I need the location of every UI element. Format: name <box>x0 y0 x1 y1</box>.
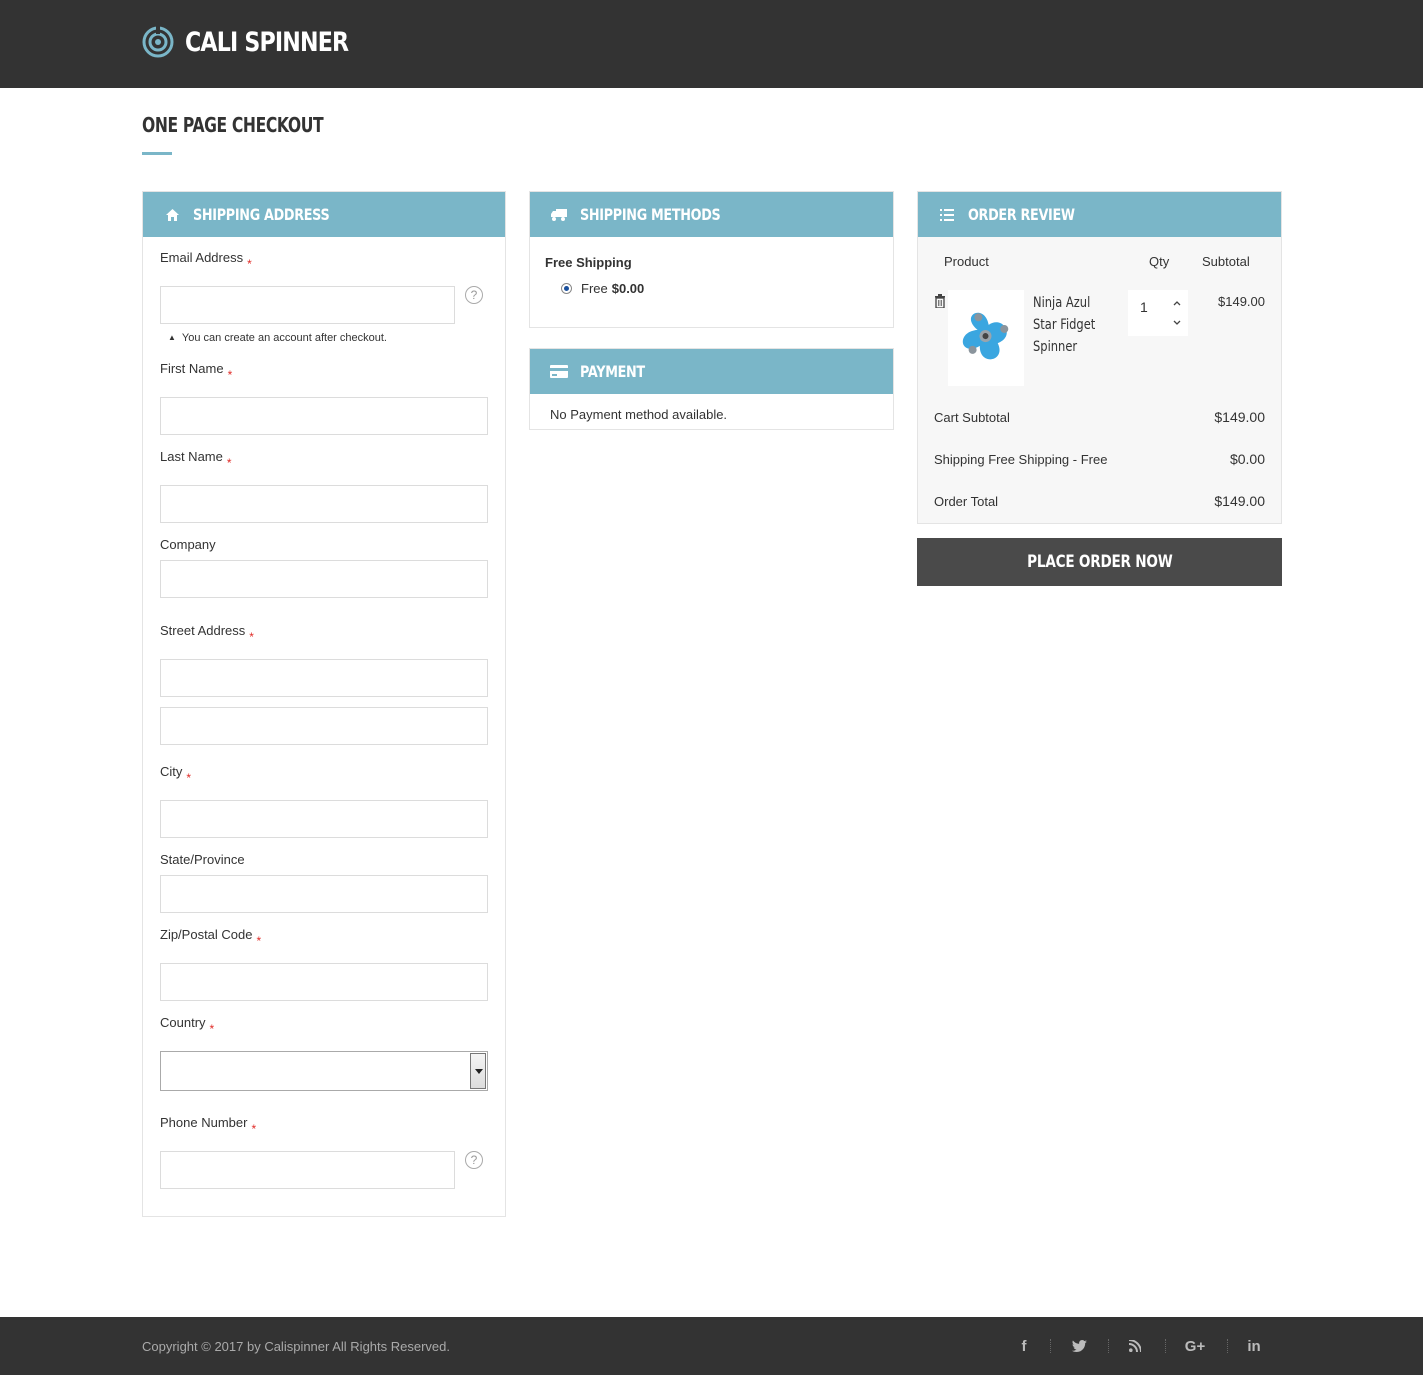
payment-title: PAYMENT <box>580 362 645 381</box>
company-label: Company <box>160 537 216 552</box>
order-review-title: ORDER REVIEW <box>968 205 1075 224</box>
page-title: ONE PAGE CHECKOUT <box>142 113 324 137</box>
email-help-icon[interactable]: ? <box>465 286 483 304</box>
state-label: State/Province <box>160 852 245 867</box>
order-total-value: $149.00 <box>1214 493 1265 509</box>
required-mark: * <box>186 771 192 785</box>
street-address-line2-field[interactable] <box>160 707 488 745</box>
email-field[interactable] <box>160 286 455 324</box>
required-mark: * <box>247 257 252 271</box>
shipping-carrier-title: Free Shipping <box>545 255 632 270</box>
col-subtotal: Subtotal <box>1202 254 1250 269</box>
list-icon <box>938 208 956 221</box>
first-name-field[interactable] <box>160 397 488 435</box>
order-review-header: ORDER REVIEW <box>918 192 1281 237</box>
payment-panel: PAYMENT No Payment method available. <box>529 348 894 430</box>
fidget-spinner-image <box>962 312 1009 360</box>
dropdown-arrow-icon[interactable] <box>470 1053 486 1089</box>
payment-header: PAYMENT <box>530 349 893 394</box>
country-select[interactable] <box>160 1051 488 1091</box>
chevron-down-icon[interactable] <box>1172 318 1182 328</box>
payment-message: No Payment method available. <box>550 407 728 422</box>
divider <box>1108 1339 1109 1353</box>
col-product: Product <box>944 254 989 269</box>
shipping-address-title: SHIPPING ADDRESS <box>193 205 330 224</box>
street-address-line1-field[interactable] <box>160 659 488 697</box>
title-underline <box>142 152 172 155</box>
caret-up-icon: ▲ <box>168 333 176 342</box>
required-mark: * <box>209 1022 215 1036</box>
account-note: ▲ You can create an account after checkou… <box>168 332 387 344</box>
order-total-label: Order Total <box>934 494 999 509</box>
facebook-icon[interactable]: f <box>1013 1337 1035 1355</box>
first-name-label: First Name * <box>160 361 233 382</box>
company-field[interactable] <box>160 560 488 598</box>
phone-field[interactable] <box>160 1151 455 1189</box>
credit-card-icon <box>550 365 568 378</box>
col-qty: Qty <box>1149 254 1170 269</box>
required-mark: * <box>226 456 232 470</box>
shipping-methods-header: SHIPPING METHODS <box>530 192 893 237</box>
shipping-option-label: Free <box>581 281 608 296</box>
zip-label: Zip/Postal Code * <box>160 927 262 948</box>
shipping-total-value: $0.00 <box>1229 451 1265 467</box>
divider <box>1227 1339 1228 1353</box>
shipping-address-panel: SHIPPING ADDRESS Email Address * ? ▲ You c… <box>142 191 506 1217</box>
shipping-radio[interactable] <box>561 283 572 294</box>
required-mark: * <box>227 368 233 382</box>
shipping-option-free[interactable]: Free $0.00 <box>561 281 644 296</box>
phone-help-icon[interactable]: ? <box>465 1151 483 1169</box>
site-header: CALI SPINNER <box>0 0 1423 88</box>
truck-icon <box>550 208 568 221</box>
divider <box>1050 1339 1051 1353</box>
chevron-up-icon[interactable] <box>1172 298 1182 308</box>
required-mark: * <box>251 1122 257 1136</box>
city-field[interactable] <box>160 800 488 838</box>
trash-icon[interactable] <box>934 294 946 308</box>
country-label: Country * <box>160 1015 215 1036</box>
shipping-address-header: SHIPPING ADDRESS <box>143 192 505 237</box>
phone-label: Phone Number * <box>160 1115 257 1136</box>
twitter-icon[interactable] <box>1068 1337 1090 1355</box>
brand-name: CALI SPINNER <box>185 26 349 58</box>
site-footer: Copyright © 2017 by Calispinner All Righ… <box>0 1317 1423 1375</box>
shipping-option-price: $0.00 <box>611 281 645 296</box>
place-order-label: PLACE ORDER NOW <box>1026 552 1173 572</box>
linkedin-icon[interactable]: in <box>1243 1337 1265 1355</box>
cart-subtotal-label: Cart Subtotal <box>934 410 1010 425</box>
shipping-methods-title: SHIPPING METHODS <box>580 205 721 224</box>
email-label: Email Address * <box>160 250 252 271</box>
divider <box>1165 1339 1166 1353</box>
product-image[interactable] <box>948 290 1024 386</box>
shipping-methods-panel: SHIPPING METHODS Free Shipping Free $0.0… <box>529 191 894 328</box>
rss-icon[interactable] <box>1124 1337 1146 1355</box>
shipping-total-label: Shipping Free Shipping - Free <box>934 452 1108 467</box>
state-field[interactable] <box>160 875 488 913</box>
required-mark: * <box>256 934 262 948</box>
cart-subtotal-value: $149.00 <box>1214 409 1265 425</box>
city-label: City * <box>160 764 192 785</box>
place-order-button[interactable]: PLACE ORDER NOW <box>917 538 1282 586</box>
quantity-stepper[interactable]: 1 <box>1128 290 1188 336</box>
street-address-label: Street Address * <box>160 623 254 644</box>
product-name[interactable]: Ninja Azul Star Fidget Spinner <box>1033 292 1107 358</box>
required-mark: * <box>249 630 254 644</box>
copyright-text: Copyright © 2017 by Calispinner All Righ… <box>142 1339 451 1354</box>
brand-logo[interactable]: CALI SPINNER <box>142 26 384 58</box>
zip-field[interactable] <box>160 963 488 1001</box>
spinner-logo-icon <box>142 26 174 58</box>
order-review-panel: ORDER REVIEW Product Qty Subtotal Ninja … <box>917 191 1282 524</box>
item-subtotal: $149.00 <box>1218 294 1265 309</box>
google-plus-icon[interactable]: G+ <box>1182 1337 1208 1355</box>
last-name-label: Last Name * <box>160 449 232 470</box>
last-name-field[interactable] <box>160 485 488 523</box>
quantity-value[interactable]: 1 <box>1140 299 1148 315</box>
home-icon <box>163 208 181 221</box>
